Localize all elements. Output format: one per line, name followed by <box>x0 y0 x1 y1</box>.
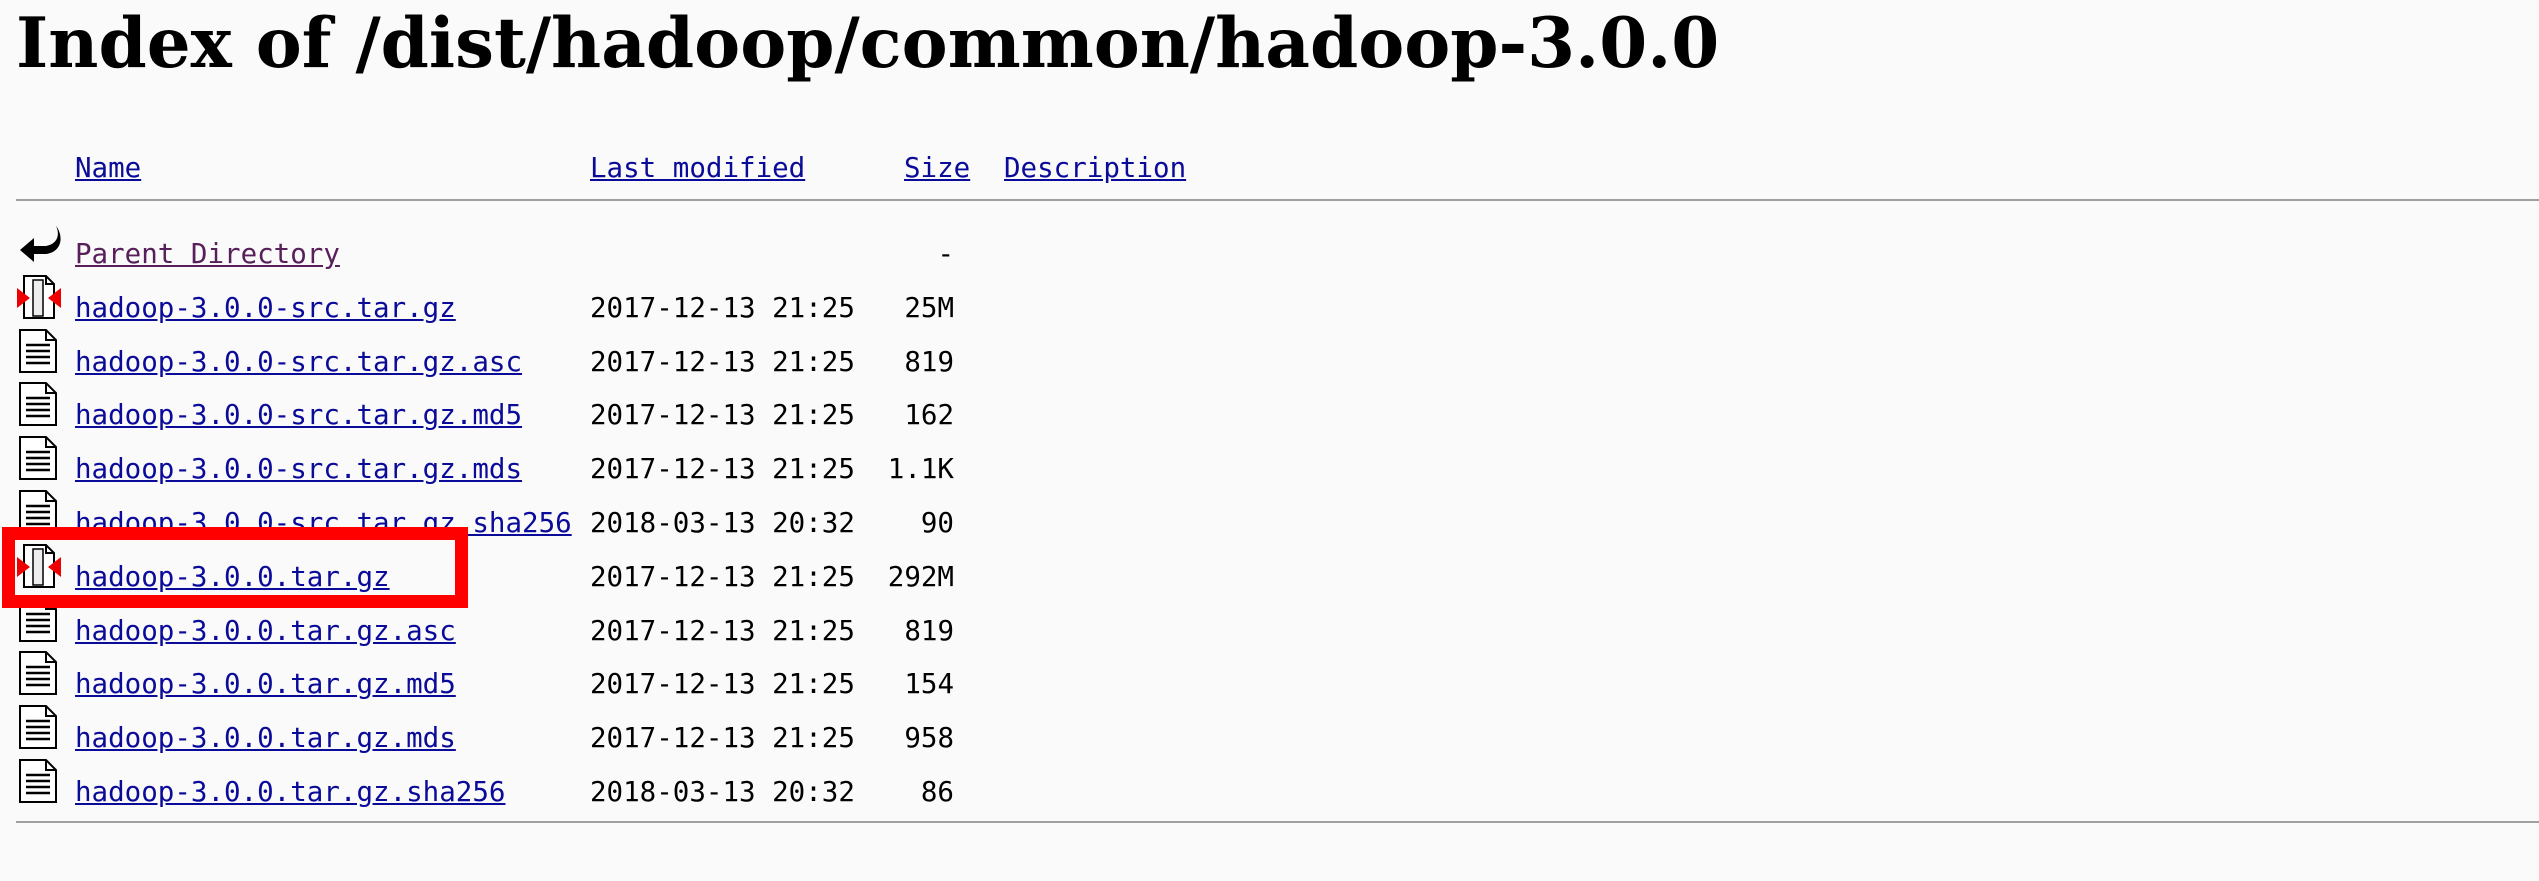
footer-divider <box>16 821 2539 823</box>
compressed-file-icon <box>16 274 62 320</box>
last-modified-text: 2017-12-13 21:25 <box>590 345 855 378</box>
last-modified-text: 2017-12-13 21:25 <box>590 453 855 486</box>
file-size-text: - <box>937 238 954 270</box>
last-modified-text: 2017-12-13 21:25 <box>590 668 855 701</box>
file-link[interactable]: hadoop-3.0.0.tar.gz.mds <box>75 718 456 758</box>
file-size-text: 819 <box>904 345 954 378</box>
file-size-text: 958 <box>904 722 954 755</box>
text-file-icon <box>16 758 62 804</box>
sort-by-name-link[interactable]: Name <box>75 148 141 188</box>
last-modified-text: 2018-03-13 20:32 <box>590 507 855 539</box>
file-size-text: 162 <box>904 399 954 432</box>
file-link[interactable]: hadoop-3.0.0-src.tar.gz.mds <box>75 449 522 489</box>
last-modified-text: 2018-03-13 20:32 <box>590 776 855 808</box>
file-size-text: 819 <box>904 614 954 647</box>
file-link[interactable]: hadoop-3.0.0-src.tar.gz.md5 <box>75 395 522 435</box>
highlight-box <box>2 527 468 608</box>
text-file-icon <box>16 650 62 696</box>
file-size-text: 90 <box>920 507 954 539</box>
text-file-icon <box>16 435 62 481</box>
file-size-text: 1.1K <box>887 453 954 486</box>
parent-directory-link[interactable]: Parent Directory <box>75 234 340 274</box>
sort-by-last-modified-link[interactable]: Last modified <box>590 148 805 188</box>
back-icon <box>16 220 62 266</box>
file-link[interactable]: hadoop-3.0.0-src.tar.gz <box>75 288 456 328</box>
sort-by-size-link[interactable]: Size <box>904 148 970 188</box>
sort-by-description-link[interactable]: Description <box>1004 148 1186 188</box>
file-link[interactable]: hadoop-3.0.0.tar.gz.md5 <box>75 664 456 704</box>
file-link[interactable]: hadoop-3.0.0-src.tar.gz.asc <box>75 342 522 382</box>
text-file-icon <box>16 704 62 750</box>
text-file-icon <box>16 381 62 427</box>
file-link[interactable]: hadoop-3.0.0.tar.gz.asc <box>75 611 456 651</box>
file-size-text: 154 <box>904 668 954 701</box>
page-title: Index of /dist/hadoop/common/hadoop-3.0.… <box>16 3 1720 84</box>
header-divider <box>16 199 2539 201</box>
last-modified-text: 2017-12-13 21:25 <box>590 399 855 432</box>
file-size-text: 25M <box>904 291 954 324</box>
file-size-text: 86 <box>920 776 954 808</box>
text-file-icon <box>16 328 62 374</box>
file-link[interactable]: hadoop-3.0.0.tar.gz.sha256 <box>75 772 505 812</box>
last-modified-text: 2017-12-13 21:25 <box>590 614 855 647</box>
last-modified-text: 2017-12-13 21:25 <box>590 722 855 755</box>
last-modified-text: 2017-12-13 21:25 <box>590 560 855 593</box>
file-size-text: 292M <box>887 560 954 593</box>
last-modified-text: 2017-12-13 21:25 <box>590 291 855 324</box>
